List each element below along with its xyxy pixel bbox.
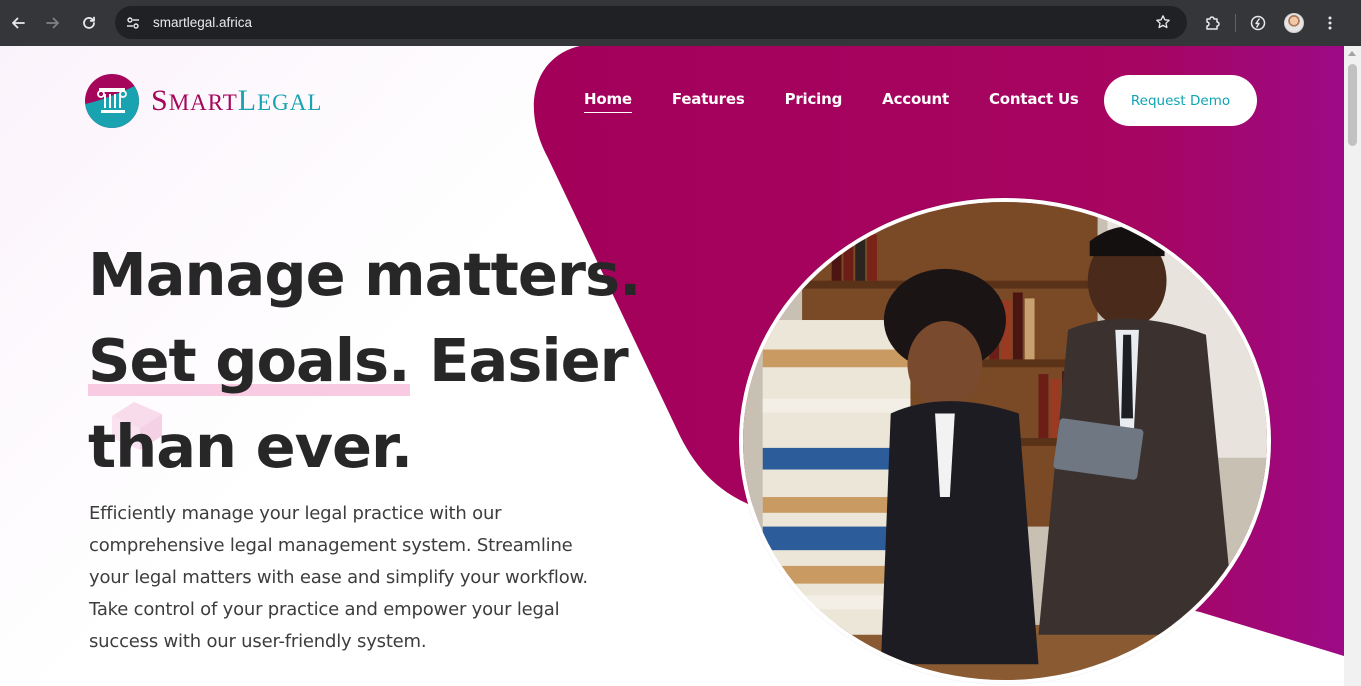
nav-account[interactable]: Account (882, 90, 949, 108)
hero-description: Efficiently manage your legal practice w… (89, 503, 588, 652)
hero-heading: Manage matters. Set goals. Easier than e… (88, 232, 648, 490)
toolbar-actions (1195, 6, 1348, 39)
site-info-button[interactable] (117, 7, 149, 39)
hero-image (739, 198, 1271, 684)
kebab-menu-icon (1328, 16, 1332, 29)
toolbar-divider (1235, 13, 1236, 32)
scroll-up-arrow-icon[interactable] (1348, 51, 1356, 56)
nav-home[interactable]: Home (584, 90, 632, 113)
hero-line-2-rest: Easier (409, 326, 629, 395)
scrollbar-thumb[interactable] (1348, 64, 1357, 146)
profile-button[interactable] (1276, 6, 1312, 39)
puzzle-icon (1206, 15, 1220, 30)
office-scene-illustration (743, 202, 1267, 680)
url-text[interactable]: smartlegal.africa (153, 15, 252, 30)
forward-button[interactable] (35, 5, 71, 41)
brand-logo[interactable]: SMARTLEGAL (85, 74, 322, 128)
menu-button[interactable] (1312, 6, 1348, 39)
nav-features[interactable]: Features (672, 90, 745, 108)
tune-icon (127, 16, 139, 29)
address-bar[interactable]: smartlegal.africa (115, 6, 1187, 39)
reload-button[interactable] (71, 5, 107, 41)
nav-contact-us[interactable]: Contact Us (989, 90, 1079, 108)
page-scrollbar[interactable] (1344, 46, 1361, 686)
hero-line-1: Manage matters. (88, 240, 641, 309)
extensions-button[interactable] (1195, 6, 1231, 39)
request-demo-button[interactable]: Request Demo (1104, 75, 1257, 126)
brand-wordmark: SMARTLEGAL (151, 84, 323, 117)
speed-icon (1250, 15, 1266, 30)
arrow-right-icon (46, 17, 59, 29)
hero-highlight: Set goals. (88, 318, 411, 404)
nav-pricing[interactable]: Pricing (785, 90, 843, 108)
performance-button[interactable] (1240, 6, 1276, 39)
web-page: SMARTLEGAL Home Features Pricing Account… (0, 46, 1344, 686)
star-icon[interactable] (1155, 14, 1171, 30)
hero-line-3: than ever. (88, 412, 413, 481)
pillar-logo-icon (85, 74, 139, 128)
main-nav: Home Features Pricing Account Contact Us (584, 90, 1119, 113)
browser-toolbar: smartlegal.africa (0, 0, 1361, 46)
back-button[interactable] (0, 5, 36, 41)
avatar (1284, 12, 1304, 33)
hero-line-2: Set goals. Easier (88, 318, 648, 404)
reload-icon (83, 16, 95, 29)
arrow-left-icon (12, 17, 25, 29)
